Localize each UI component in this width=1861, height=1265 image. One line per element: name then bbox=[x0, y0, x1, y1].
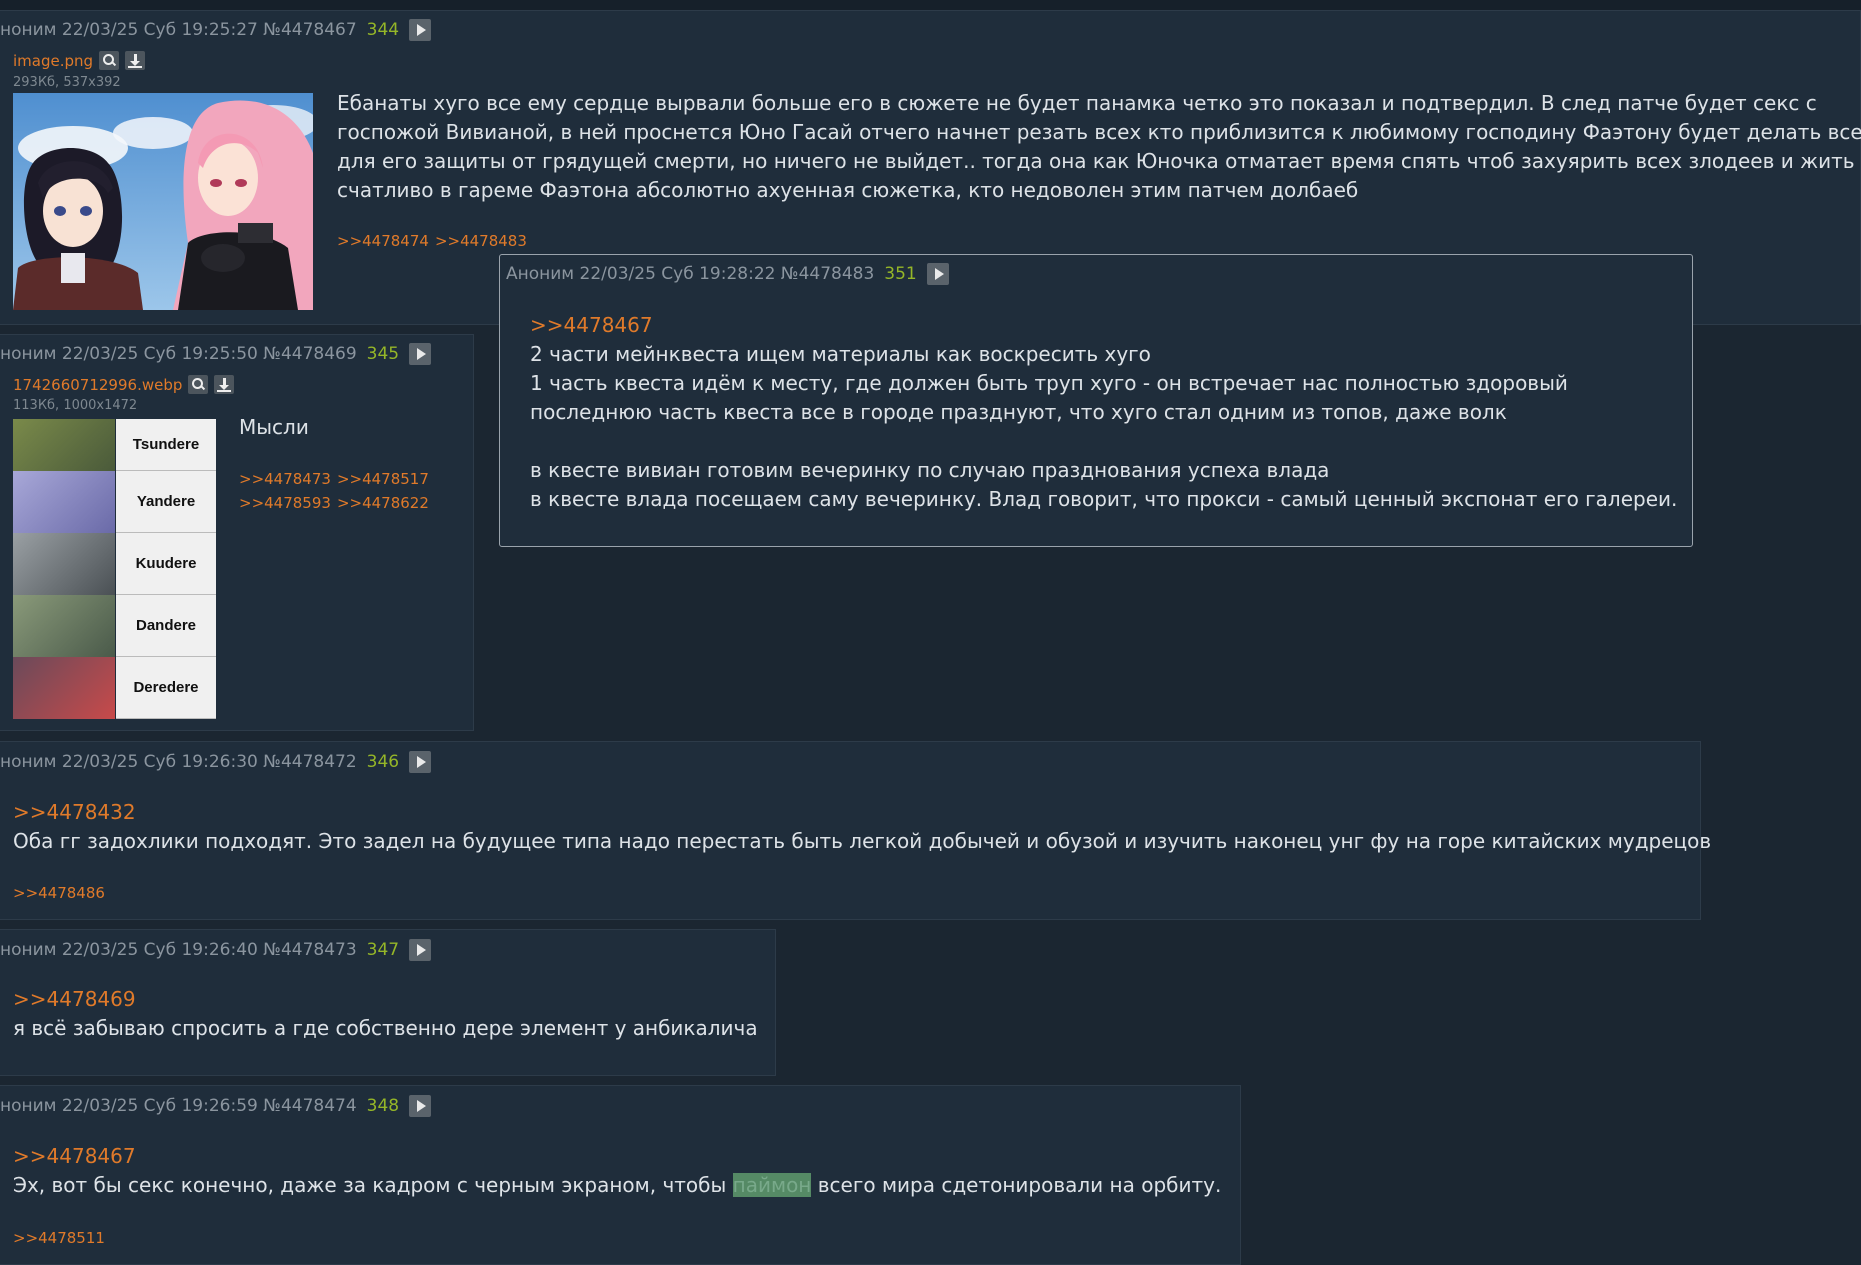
poster-name: Аноним bbox=[506, 264, 575, 284]
tier-row: Dandere bbox=[13, 595, 216, 657]
post-4478474: ноним 22/03/25 Суб 19:26:59 №4478474 348… bbox=[0, 1085, 1241, 1265]
reply-link[interactable]: >>4478486 bbox=[13, 884, 105, 902]
post-header: ноним 22/03/25 Суб 19:26:30 №4478472 346 bbox=[0, 751, 432, 773]
post-header: ноним 22/03/25 Суб 19:25:50 №4478469 345 bbox=[0, 343, 432, 365]
tier-label: Dandere bbox=[116, 595, 216, 657]
post-replies: >>4478511 bbox=[13, 1229, 111, 1247]
play-icon[interactable] bbox=[409, 751, 432, 773]
quote-link[interactable]: >>4478432 bbox=[13, 798, 1711, 827]
file-meta: 293Кб, 537x392 bbox=[13, 75, 121, 90]
post-id-link[interactable]: №4478474 bbox=[263, 1096, 356, 1116]
post-number: 346 bbox=[366, 752, 400, 772]
post-text: >>4478467 Эх, вот бы секс конечно, даже … bbox=[13, 1142, 1222, 1197]
post-number: 344 bbox=[366, 20, 400, 40]
tier-row: Deredere bbox=[13, 657, 216, 719]
play-icon[interactable] bbox=[409, 19, 432, 41]
file-name-link[interactable]: 1742660712996.webp bbox=[13, 376, 182, 394]
post-date: 22/03/25 Суб 19:26:30 bbox=[61, 752, 258, 772]
tier-label: Deredere bbox=[116, 657, 216, 719]
play-icon[interactable] bbox=[409, 1095, 432, 1117]
post-text: Мысли bbox=[239, 415, 309, 439]
post-4478469: ноним 22/03/25 Суб 19:25:50 №4478469 345… bbox=[0, 334, 474, 731]
post-text: >>4478432 Оба гг задохлики подходят. Это… bbox=[13, 798, 1712, 853]
poster-name: ноним bbox=[0, 1096, 57, 1116]
post-number: 351 bbox=[884, 264, 917, 284]
post-date: 22/03/25 Суб 19:25:50 bbox=[61, 344, 258, 364]
download-icon[interactable] bbox=[214, 375, 235, 394]
post-id-link[interactable]: №4478467 bbox=[263, 20, 356, 40]
tier-label: Tsundere bbox=[116, 419, 216, 471]
post-replies: >>4478473 >>4478517 >>4478593 >>4478622 bbox=[239, 467, 435, 515]
play-icon[interactable] bbox=[409, 343, 432, 365]
tier-label: Kuudere bbox=[116, 533, 216, 595]
spoiler[interactable]: паймон bbox=[732, 1173, 812, 1197]
post-id-link[interactable]: №4478473 bbox=[263, 940, 356, 960]
reply-link[interactable]: >>4478593 bbox=[239, 494, 331, 512]
poster-name: ноним bbox=[0, 940, 57, 960]
tier-row: Tsundere bbox=[13, 419, 216, 471]
download-icon[interactable] bbox=[125, 51, 146, 70]
post-text: >>4478467 2 части мейнквеста ищем матери… bbox=[530, 311, 1678, 511]
tier-row: Yandere bbox=[13, 471, 216, 533]
reply-link[interactable]: >>4478622 bbox=[337, 494, 429, 512]
post-header: ноним 22/03/25 Суб 19:26:59 №4478474 348 bbox=[0, 1095, 432, 1117]
post-date: 22/03/25 Суб 19:25:27 bbox=[61, 20, 258, 40]
post-number: 347 bbox=[366, 940, 400, 960]
post-text: Ебанаты хуго все ему сердце вырвали боль… bbox=[337, 91, 1861, 202]
reply-link[interactable]: >>4478511 bbox=[13, 1229, 105, 1247]
post-header: ноним 22/03/25 Суб 19:26:40 №4478473 347 bbox=[0, 939, 432, 961]
post-header: Аноним 22/03/25 Суб 19:28:22 №4478483 35… bbox=[506, 263, 949, 285]
post-4478473: ноним 22/03/25 Суб 19:26:40 №4478473 347… bbox=[0, 929, 776, 1076]
tier-row: Kuudere bbox=[13, 533, 216, 595]
post-id-link[interactable]: №4478469 bbox=[263, 344, 356, 364]
play-icon[interactable] bbox=[926, 263, 949, 285]
quote-link[interactable]: >>4478467 bbox=[530, 311, 1677, 340]
post-date: 22/03/25 Суб 19:28:22 bbox=[579, 264, 776, 284]
post-number: 345 bbox=[366, 344, 400, 364]
post-date: 22/03/25 Суб 19:26:40 bbox=[61, 940, 258, 960]
tier-label: Yandere bbox=[116, 471, 216, 533]
post-4478472: ноним 22/03/25 Суб 19:26:30 №4478472 346… bbox=[0, 741, 1711, 920]
post-preview-popup: Аноним 22/03/25 Суб 19:28:22 №4478483 35… bbox=[499, 254, 1693, 547]
search-icon[interactable] bbox=[188, 375, 209, 394]
post-image-thumbnail[interactable] bbox=[13, 93, 313, 310]
post-date: 22/03/25 Суб 19:26:59 bbox=[61, 1096, 258, 1116]
reply-link[interactable]: >>4478474 bbox=[337, 232, 429, 250]
poster-name: ноним bbox=[0, 344, 57, 364]
poster-name: ноним bbox=[0, 20, 57, 40]
post-id-link[interactable]: №4478483 bbox=[781, 264, 874, 284]
reply-link[interactable]: >>4478517 bbox=[337, 470, 429, 488]
search-icon[interactable] bbox=[99, 51, 120, 70]
file-info: image.png bbox=[13, 51, 146, 70]
poster-name: ноним bbox=[0, 752, 57, 772]
post-replies: >>4478486 bbox=[13, 884, 111, 902]
post-image-thumbnail[interactable]: Tsundere Yandere Kuudere Dandere Dereder… bbox=[13, 419, 216, 719]
post-header: ноним 22/03/25 Суб 19:25:27 №4478467 344 bbox=[0, 19, 432, 41]
file-meta: 113Кб, 1000x1472 bbox=[13, 398, 138, 413]
file-name-link[interactable]: image.png bbox=[13, 52, 93, 70]
play-icon[interactable] bbox=[409, 939, 432, 961]
reply-link[interactable]: >>4478473 bbox=[239, 470, 331, 488]
anime-image bbox=[13, 93, 313, 310]
file-info: 1742660712996.webp bbox=[13, 375, 235, 394]
post-id-link[interactable]: №4478472 bbox=[263, 752, 356, 772]
post-replies: >>4478474 >>4478483 bbox=[337, 232, 533, 250]
quote-link[interactable]: >>4478469 bbox=[13, 985, 758, 1014]
post-number: 348 bbox=[366, 1096, 400, 1116]
post-text: >>4478469 я всё забываю спросить а где с… bbox=[13, 985, 758, 1040]
reply-link[interactable]: >>4478483 bbox=[435, 232, 527, 250]
quote-link[interactable]: >>4478467 bbox=[13, 1142, 1221, 1171]
